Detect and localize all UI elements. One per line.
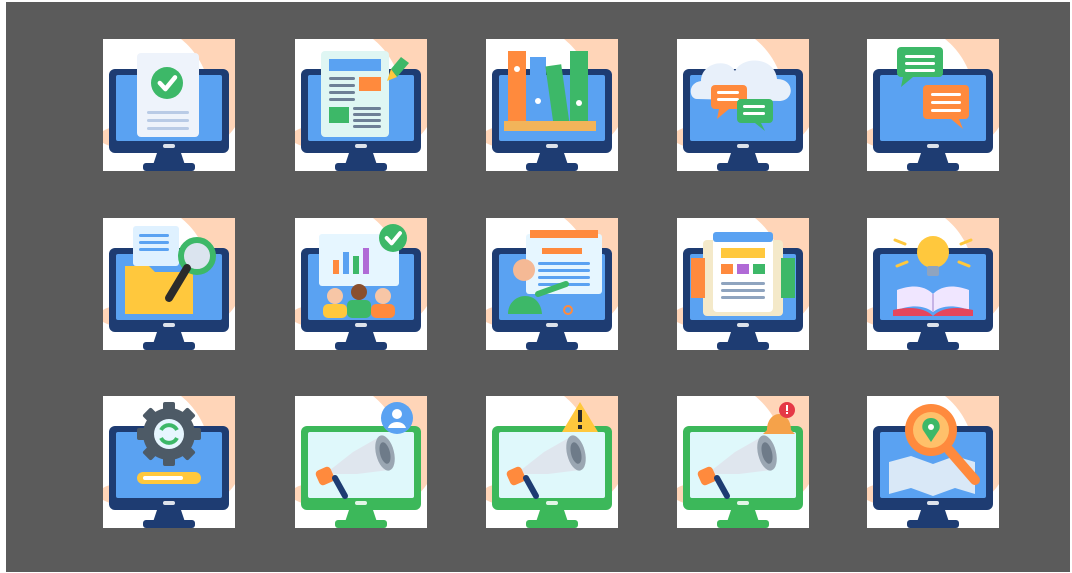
online-teacher-icon: [486, 218, 618, 350]
cloud-chat-icon: [677, 39, 809, 171]
document-check-icon: [103, 39, 235, 171]
folder-search-icon-graphic: [103, 218, 235, 350]
megaphone-user-icon: [295, 396, 427, 528]
megaphone-notification-icon-graphic: [677, 396, 809, 528]
settings-update-icon-graphic: [103, 396, 235, 528]
chat-messages-icon: [867, 39, 999, 171]
map-search-icon-graphic: [867, 396, 999, 528]
folder-search-icon: [103, 218, 235, 350]
web-layout-icon-graphic: [677, 218, 809, 350]
megaphone-notification-icon: [677, 396, 809, 528]
online-meeting-check-icon-graphic: [295, 218, 427, 350]
settings-update-icon: [103, 396, 235, 528]
megaphone-warning-icon: [486, 396, 618, 528]
online-teacher-icon-graphic: [486, 218, 618, 350]
online-learning-idea-icon: [867, 218, 999, 350]
bookshelf-icon-graphic: [486, 39, 618, 171]
megaphone-user-icon-graphic: [295, 396, 427, 528]
online-meeting-check-icon: [295, 218, 427, 350]
map-search-icon: [867, 396, 999, 528]
megaphone-warning-icon-graphic: [486, 396, 618, 528]
newspaper-edit-icon-graphic: [295, 39, 427, 171]
web-layout-icon: [677, 218, 809, 350]
document-check-icon-graphic: [103, 39, 235, 171]
chat-messages-icon-graphic: [867, 39, 999, 171]
cloud-chat-icon-graphic: [677, 39, 809, 171]
bookshelf-icon: [486, 39, 618, 171]
online-learning-idea-icon-graphic: [867, 218, 999, 350]
icon-grid-canvas: [6, 2, 1070, 572]
newspaper-edit-icon: [295, 39, 427, 171]
